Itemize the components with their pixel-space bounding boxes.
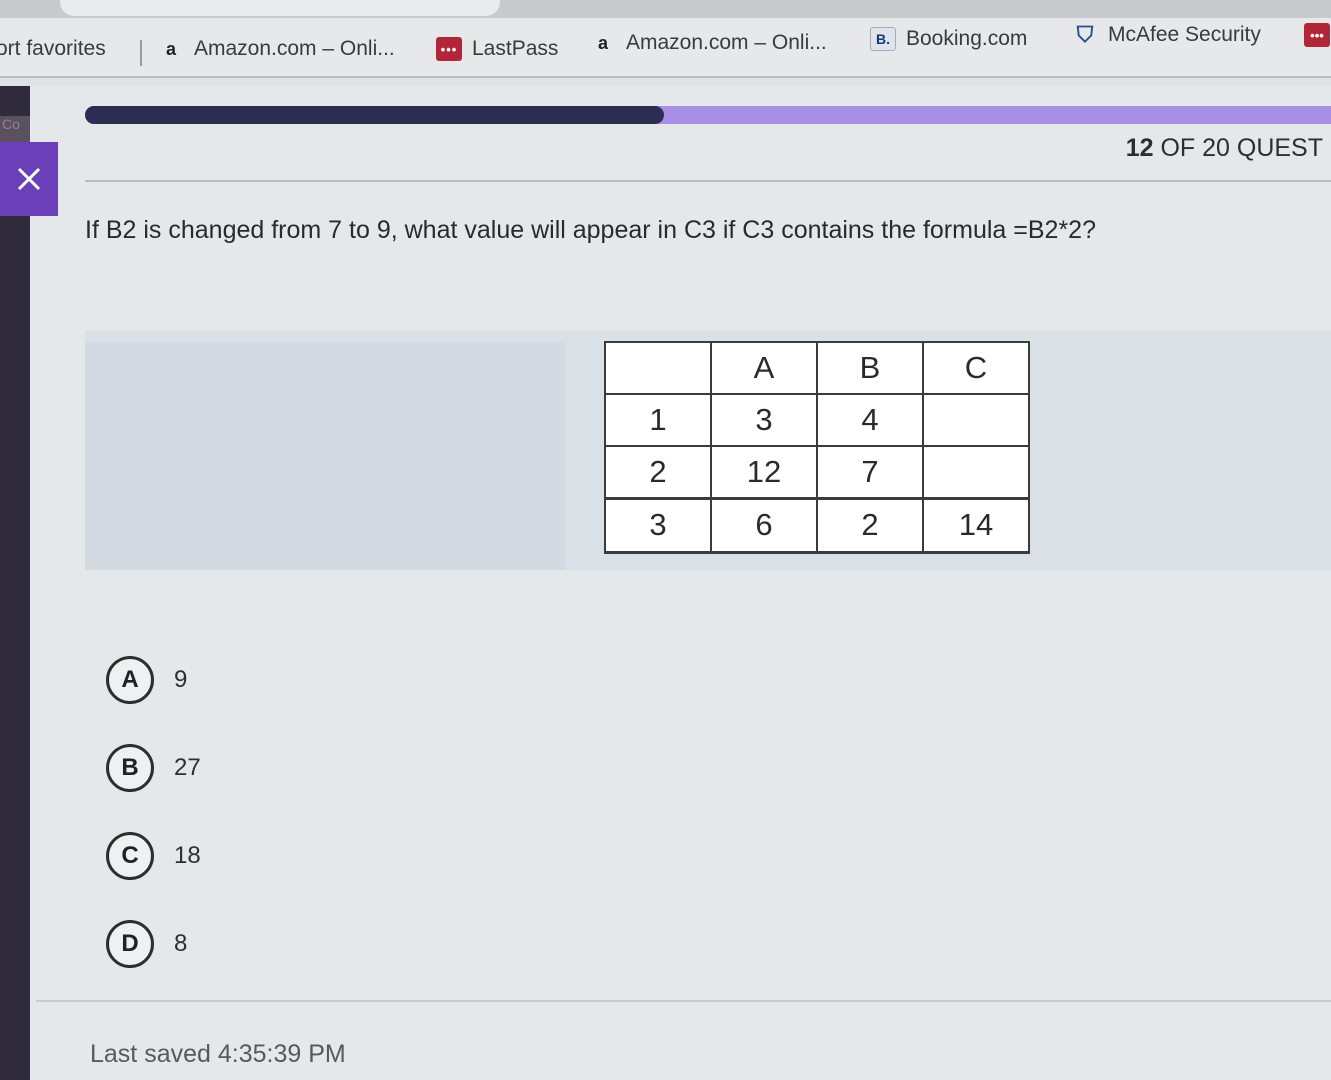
quiz-progress-fill bbox=[85, 106, 664, 124]
row-header: 2 bbox=[604, 445, 712, 500]
stimulus-shade bbox=[85, 342, 565, 570]
spreadsheet-table: A B C 1 3 4 2 12 7 3 6 2 14 bbox=[604, 341, 1030, 554]
answer-option-a[interactable]: A 9 bbox=[106, 654, 406, 706]
favorite-label: Amazon.com – Onli... bbox=[194, 37, 395, 60]
favorite-amazon-1[interactable]: a Amazon.com – Onli... bbox=[158, 34, 395, 64]
option-text: 27 bbox=[174, 754, 201, 781]
favorite-label: Booking.com bbox=[906, 27, 1028, 50]
cell-a2: 12 bbox=[710, 445, 818, 500]
favorites-divider bbox=[140, 40, 142, 66]
quiz-progress-bar bbox=[85, 106, 1331, 124]
close-icon bbox=[17, 167, 41, 191]
option-letter-bubble: A bbox=[106, 656, 154, 704]
cell-c2 bbox=[922, 445, 1030, 500]
column-header: A bbox=[710, 341, 818, 395]
spreadsheet-row: 3 6 2 14 bbox=[604, 497, 1030, 554]
mcafee-icon: ⛉ bbox=[1076, 22, 1094, 47]
lastpass-icon: ••• bbox=[436, 37, 462, 61]
header-divider bbox=[85, 180, 1331, 182]
favorites-overflow-button[interactable]: ••• bbox=[1304, 20, 1330, 50]
amazon-icon: a bbox=[597, 32, 608, 53]
left-rail: Co bbox=[0, 86, 30, 1080]
footer-divider bbox=[36, 1000, 1331, 1002]
favorites-bar: ort favorites a Amazon.com – Onli... •••… bbox=[0, 18, 1331, 78]
question-text: If B2 is changed from 7 to 9, what value… bbox=[85, 216, 1096, 244]
spreadsheet-row: 1 3 4 bbox=[604, 393, 1030, 447]
more-icon: ••• bbox=[1304, 23, 1330, 47]
question-number: 12 bbox=[1125, 134, 1154, 162]
favorite-label: McAfee Security bbox=[1108, 23, 1261, 46]
answer-option-b[interactable]: B 27 bbox=[106, 742, 406, 794]
cell-b2: 7 bbox=[816, 445, 924, 500]
corner-cell bbox=[604, 341, 712, 395]
option-letter-bubble: C bbox=[106, 832, 154, 880]
cell-c3: 14 bbox=[922, 497, 1030, 554]
spreadsheet-row: 2 12 7 bbox=[604, 445, 1030, 500]
cell-a1: 3 bbox=[710, 393, 818, 447]
favorite-lastpass[interactable]: ••• LastPass bbox=[436, 34, 558, 64]
row-header: 3 bbox=[604, 497, 712, 554]
favorite-booking[interactable]: B. Booking.com bbox=[870, 24, 1027, 54]
question-total: OF 20 QUEST bbox=[1160, 134, 1323, 162]
option-text: 8 bbox=[174, 930, 188, 957]
favorites-label: ort favorites bbox=[0, 37, 106, 60]
rail-tag: Co bbox=[0, 116, 30, 142]
amazon-icon: a bbox=[165, 38, 176, 59]
favorites-import-link[interactable]: ort favorites bbox=[0, 34, 106, 64]
question-counter: 12 OF 20 QUEST bbox=[1126, 134, 1323, 163]
favorite-label: Amazon.com – Onli... bbox=[626, 31, 827, 54]
option-text: 9 bbox=[174, 666, 188, 693]
close-quiz-button[interactable] bbox=[0, 142, 58, 216]
option-letter-bubble: D bbox=[106, 920, 154, 968]
cell-a3: 6 bbox=[710, 497, 818, 554]
favorite-mcafee[interactable]: ⛉ McAfee Security bbox=[1072, 20, 1261, 50]
browser-tab-strip bbox=[0, 0, 1331, 18]
column-header: B bbox=[816, 341, 924, 395]
option-letter-bubble: B bbox=[106, 744, 154, 792]
cell-b1: 4 bbox=[816, 393, 924, 447]
answer-option-c[interactable]: C 18 bbox=[106, 830, 406, 882]
row-header: 1 bbox=[604, 393, 712, 447]
column-header: C bbox=[922, 341, 1030, 395]
option-text: 18 bbox=[174, 842, 201, 869]
favorite-label: LastPass bbox=[472, 37, 559, 60]
answer-option-d[interactable]: D 8 bbox=[106, 918, 406, 970]
favorite-amazon-2[interactable]: a Amazon.com – Onli... bbox=[590, 28, 827, 58]
cell-c1 bbox=[922, 393, 1030, 447]
spreadsheet-header-row: A B C bbox=[604, 341, 1030, 395]
last-saved-status: Last saved 4:35:39 PM bbox=[90, 1040, 346, 1068]
booking-icon: B. bbox=[870, 27, 896, 51]
cell-b3: 2 bbox=[816, 497, 924, 554]
active-browser-tab[interactable] bbox=[60, 0, 500, 16]
